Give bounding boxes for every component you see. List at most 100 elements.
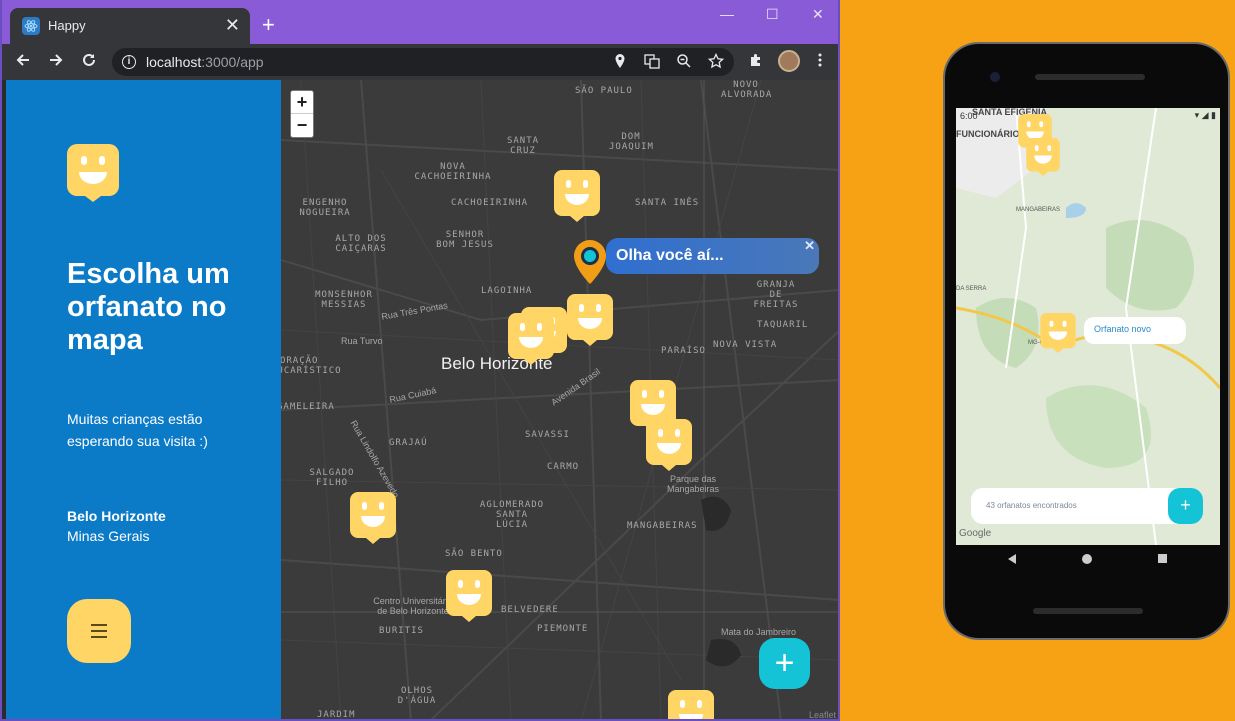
orphanages-count: 43 orfanatos encontrados [986,501,1077,510]
orphanage-map[interactable]: + − SÃO PAULO NOVO ALVORADA SANTA CRUZ D… [281,80,838,721]
state-name: Minas Gerais [67,528,150,544]
map-label: NOVA CACHOEIRINHA [414,162,492,182]
mobile-map-label: DA SERRA [956,286,987,292]
status-icons: ▾ ◢ ▮ [1194,110,1216,120]
leaflet-attribution[interactable]: Leaflet [809,710,836,719]
map-label: AGLOMERADO SANTA LÚCIA [479,500,545,530]
phone-screen[interactable]: 6:00 ▾ ◢ ▮ SANTA EFIGÊNIA FUNCIONÁRIOS M… [956,108,1220,545]
forward-icon[interactable] [47,51,65,73]
orphanage-marker[interactable] [554,170,600,222]
map-label: JARDIM [317,710,356,720]
popup-text: Olha você aí... [616,247,724,264]
phone-speaker [1035,74,1145,80]
phone-camera [990,72,1000,82]
map-label: TAQUARIL [757,320,809,330]
browser-toolbar: i localhost:3000/app [2,44,838,80]
browser-window: Happy ✕ + — ☐ ✕ i localhost:3000/app Esc… [0,0,840,721]
sidebar: Escolha um orfanato no mapa Muitas crian… [6,80,281,719]
extensions-icon[interactable] [748,52,764,72]
nav-recent-icon[interactable] [1158,554,1167,563]
map-label: Mata do Jambreiro [721,627,797,637]
site-info-icon[interactable]: i [122,55,136,69]
nav-back-icon[interactable] [1008,554,1016,564]
mobile-add-button[interactable]: + [1168,488,1203,524]
location-icon[interactable] [614,53,626,72]
orphanage-marker[interactable] [350,492,396,544]
orphanage-marker[interactable] [646,419,692,471]
zoom-in-button[interactable]: + [291,91,313,114]
mobile-callout-text: Orfanato novo [1094,324,1152,334]
create-orphanage-button[interactable]: + [759,638,810,689]
map-label: Parque das Mangabeiras [666,474,720,494]
city-name: Belo Horizonte [67,508,166,524]
orphanage-marker[interactable] [508,313,554,365]
address-bar[interactable]: i localhost:3000/app [112,48,734,76]
map-label: SAVASSI [525,430,570,440]
orphanage-marker[interactable] [567,294,613,346]
zoom-out-button[interactable]: − [291,114,313,137]
profile-avatar[interactable] [778,50,800,72]
tab-close-icon[interactable]: ✕ [225,15,240,35]
mobile-orphanage-marker[interactable] [1040,313,1076,353]
popup-close-icon[interactable]: ✕ [804,238,815,254]
map-label: PIEMONTE [537,624,589,634]
map-label: GRANJA DE FREITAS [753,280,799,310]
close-window-icon[interactable]: ✕ [812,6,824,23]
happy-logo-icon [67,144,119,207]
map-label: SÃO PAULO [575,86,633,96]
map-label: OLHOS D'ÁGUA [397,686,437,706]
map-label: NOVO ALVORADA [721,80,773,100]
bookmark-star-icon[interactable] [707,52,725,72]
phone-device: 6:00 ▾ ◢ ▮ SANTA EFIGÊNIA FUNCIONÁRIOS M… [943,42,1230,640]
map-label: GAMELEIRA [281,402,335,412]
google-logo: Google [959,528,992,539]
nav-home-icon[interactable] [1082,554,1092,564]
zoom-out-icon[interactable] [676,53,692,72]
mobile-footer: 43 orfanatos encontrados + [971,488,1203,524]
map-label: CORAÇÃO EUCARÍSTICO [281,356,341,376]
mobile-map-label: FUNCIONÁRIOS [956,129,1026,139]
orphanage-marker[interactable] [668,690,714,721]
maximize-icon[interactable]: ☐ [766,6,779,23]
list-icon [91,624,107,642]
phone-bottom-speaker [1033,608,1143,614]
map-label: ENGENHO NOGUEIRA [299,198,351,218]
map-label: SANTA CRUZ [506,136,540,156]
map-label: SANTA INÊS [635,198,700,208]
map-label: BELVEDERE [501,605,559,615]
reload-icon[interactable] [80,51,98,73]
location-popup: Olha você aí... ✕ [606,238,819,274]
back-icon[interactable] [14,51,32,73]
react-favicon-icon [22,17,40,35]
map-label: SÃO BENTO [445,549,503,559]
minimize-icon[interactable]: — [720,6,734,22]
map-label: PARAÍSO [661,346,706,356]
mobile-orphanage-marker[interactable] [1026,138,1060,176]
map-label: MANGABEIRAS [627,521,698,531]
page-description: Muitas crianças estão esperando sua visi… [67,411,208,449]
translate-icon[interactable] [644,53,660,72]
android-navbar [956,545,1220,577]
more-menu-icon[interactable] [818,52,822,72]
map-label: GRAJAÚ [389,438,428,448]
mobile-map-label: MANGABEIRAS [1016,207,1061,213]
tab-title: Happy [48,18,86,33]
map-label: ALTO DOS CAIÇARAS [335,234,387,254]
url-text: localhost:3000/app [146,54,264,70]
map-label: SENHOR BOM JESUS [436,230,494,250]
map-label: DOM JOAQUIM [609,132,654,152]
map-label: LAGOINHA [481,286,533,296]
list-orphanages-button[interactable] [67,599,131,663]
page-title: Escolha um orfanato no mapa [67,258,230,356]
tab-bar: Happy ✕ + — ☐ ✕ [2,0,838,44]
tab-happy[interactable]: Happy ✕ [10,8,250,44]
new-tab-button[interactable]: + [262,14,275,36]
orphanage-marker[interactable] [446,570,492,622]
map-label: BURITIS [379,626,424,636]
user-location-pin-icon[interactable] [573,239,607,285]
mobile-callout[interactable]: Orfanato novo [1084,317,1186,344]
zoom-control: + − [290,90,314,138]
map-label: SALGADO FILHO [309,468,355,488]
map-label: CARMO [547,462,580,472]
map-label: CACHOEIRINHA [451,198,529,208]
